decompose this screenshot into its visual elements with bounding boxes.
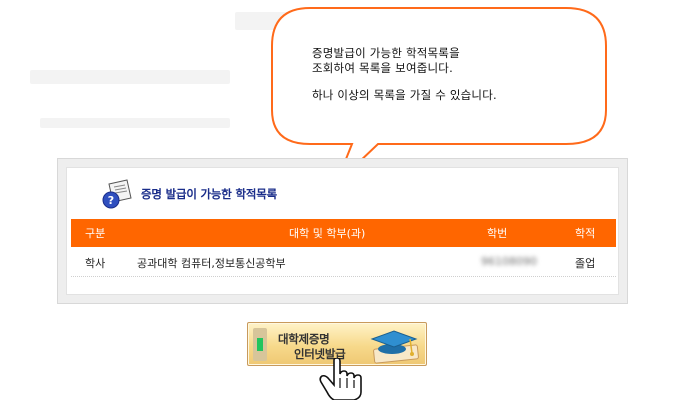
panel-title: 증명 발급이 가능한 학적목록 xyxy=(141,187,277,201)
hand-pointer-icon xyxy=(319,358,362,400)
table-header: 구분 대학 및 학부(과) 학번 학적 xyxy=(71,219,616,247)
record-list-inner: ? 증명 발급이 가능한 학적목록 구분 대학 및 학부(과) 학번 학적 학사… xyxy=(66,167,619,295)
header-type: 구분 xyxy=(85,227,106,240)
document-help-icon: ? xyxy=(102,179,132,209)
bubble-line-1: 증명발급이 가능한 학적목록을 xyxy=(312,46,460,60)
background-ghost-2 xyxy=(30,70,230,84)
banner-tab xyxy=(253,328,267,361)
banner-line-1: 대학제증명 xyxy=(278,332,330,346)
cell-student-id: 96108090 xyxy=(481,255,537,268)
header-college: 대학 및 학부(과) xyxy=(289,227,366,240)
bubble-text: 증명발급이 가능한 학적목록을 조회하여 목록을 보여줍니다. 하나 이상의 목… xyxy=(312,46,592,103)
record-list-panel: ? 증명 발급이 가능한 학적목록 구분 대학 및 학부(과) 학번 학적 학사… xyxy=(57,158,628,304)
table-row[interactable]: 학사 공과대학 컴퓨터,정보통신공학부 96108090 졸업 xyxy=(71,247,616,277)
panel-title-row: ? 증명 발급이 가능한 학적목록 xyxy=(101,177,277,211)
bubble-line-2: 조회하여 목록을 보여줍니다. xyxy=(312,61,453,75)
bubble-line-3: 하나 이상의 목록을 가질 수 있습니다. xyxy=(312,88,497,102)
cell-college: 공과대학 컴퓨터,정보통신공학부 xyxy=(137,257,286,270)
cell-type: 학사 xyxy=(85,257,106,270)
cell-status: 졸업 xyxy=(575,257,596,270)
header-student-id: 학번 xyxy=(487,227,508,240)
svg-text:?: ? xyxy=(108,194,114,207)
background-ghost-4 xyxy=(40,118,230,128)
header-status: 학적 xyxy=(575,227,596,240)
record-table: 구분 대학 및 학부(과) 학번 학적 학사 공과대학 컴퓨터,정보통신공학부 … xyxy=(71,219,616,277)
